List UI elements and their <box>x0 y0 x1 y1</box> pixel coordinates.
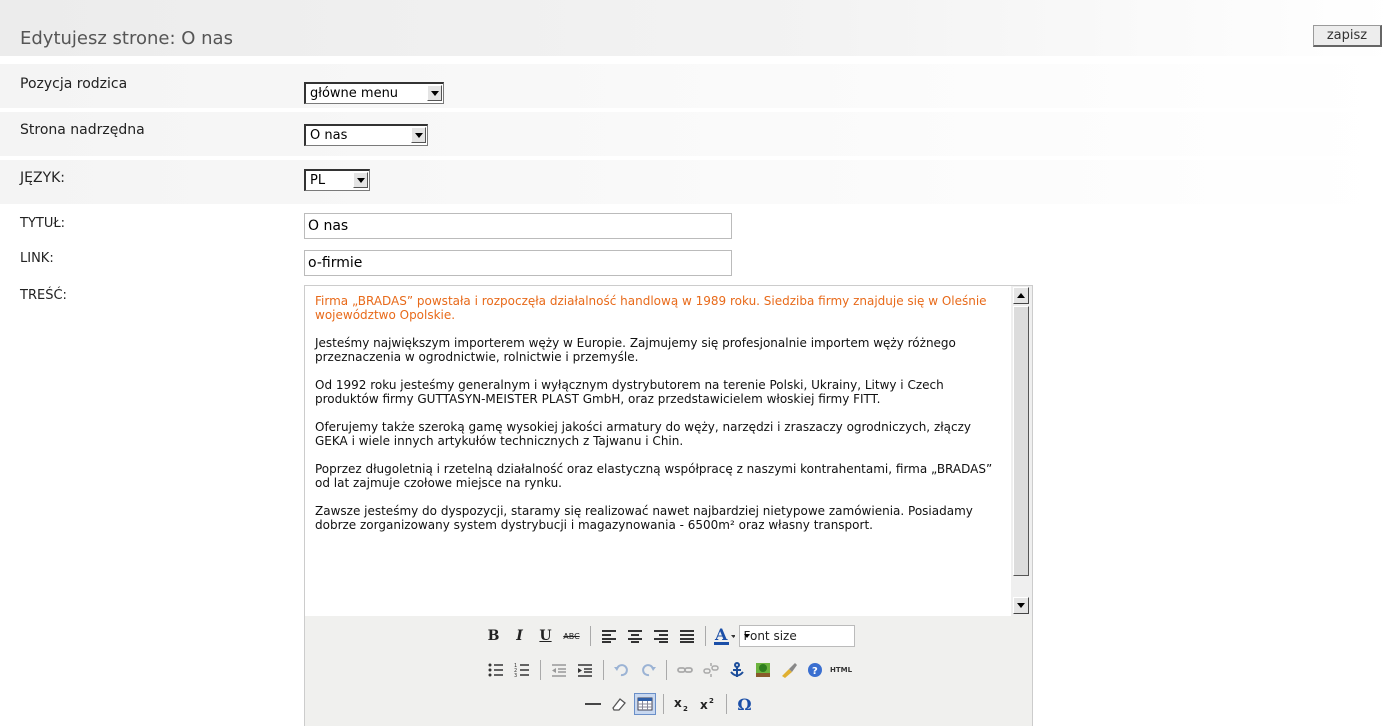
row-band-language <box>0 160 1395 204</box>
toolbar-separator <box>725 694 727 714</box>
font-size-select[interactable]: Font size <box>738 625 855 647</box>
chevron-down-icon[interactable] <box>353 172 368 188</box>
scroll-thumb[interactable] <box>1013 306 1029 576</box>
anchor-icon[interactable] <box>726 659 748 681</box>
content-label: TREŚĆ: <box>20 288 67 303</box>
page-title: Edytujesz strone: O nas <box>20 28 233 49</box>
toolbar-separator <box>704 626 706 646</box>
redo-icon[interactable] <box>637 659 659 681</box>
bullet-list-icon[interactable] <box>485 659 507 681</box>
header-bar: Edytujesz strone: O nas zapisz <box>0 0 1395 56</box>
svg-text:2: 2 <box>683 705 688 712</box>
toolbar-separator <box>540 660 541 680</box>
svg-text:x: x <box>674 696 682 710</box>
save-button[interactable]: zapisz <box>1313 25 1382 47</box>
undo-icon[interactable] <box>611 659 633 681</box>
toolbar-row-1: B I U ABC A Font size <box>305 622 1032 650</box>
italic-icon[interactable]: I <box>509 625 531 647</box>
link-label: LINK: <box>20 251 54 266</box>
underline-icon[interactable]: U <box>535 625 557 647</box>
chevron-down-icon[interactable] <box>411 127 426 143</box>
editor-paragraph: Jesteśmy największym importerem węży w E… <box>315 336 956 364</box>
title-input[interactable] <box>304 213 732 239</box>
parent-page-select[interactable]: O nas <box>304 124 428 146</box>
svg-text:x: x <box>700 698 708 712</box>
toolbar-separator <box>589 626 591 646</box>
numbered-list-icon[interactable]: 123 <box>511 659 533 681</box>
parent-position-select[interactable]: główne menu <box>304 82 444 104</box>
parent-position-label: Pozycja rodzica <box>20 76 128 92</box>
bold-icon[interactable]: B <box>483 625 505 647</box>
link-input[interactable] <box>304 250 732 276</box>
language-label: JĘZYK: <box>20 170 66 186</box>
parent-position-value: główne menu <box>310 86 399 101</box>
editor-scrollbar[interactable] <box>1011 286 1032 616</box>
outdent-icon[interactable] <box>548 659 570 681</box>
editor-paragraph: Oferujemy także szeroką gamę wysokiej ja… <box>315 420 971 448</box>
title-label: TYTUŁ: <box>20 216 66 231</box>
row-band-parent-position <box>0 64 1395 108</box>
unlink-icon[interactable] <box>700 659 722 681</box>
svg-text:3: 3 <box>514 673 517 677</box>
editor-paragraph: Zawsze jesteśmy do dyspozycji, staramy s… <box>315 504 973 532</box>
parent-page-value: O nas <box>310 128 348 143</box>
editor-content-area[interactable]: Firma „BRADAS” powstała i rozpoczęła dzi… <box>305 286 1011 616</box>
editor-paragraph: Firma „BRADAS” powstała i rozpoczęła dzi… <box>315 294 987 322</box>
toolbar-row-2: 123 ? HTML <box>305 656 1032 684</box>
toolbar-separator <box>603 660 604 680</box>
chevron-down-icon[interactable] <box>427 85 442 101</box>
special-char-icon[interactable]: Ω <box>734 693 756 715</box>
indent-icon[interactable] <box>574 659 596 681</box>
align-right-icon[interactable] <box>650 625 672 647</box>
toolbar-separator <box>666 660 667 680</box>
scroll-down-icon[interactable] <box>1013 597 1029 614</box>
horizontal-rule-icon[interactable] <box>582 693 604 715</box>
superscript-icon[interactable]: x2 <box>697 693 719 715</box>
cleanup-icon[interactable] <box>778 659 800 681</box>
help-icon[interactable]: ? <box>804 659 826 681</box>
svg-text:2: 2 <box>709 697 714 705</box>
language-value: PL <box>310 173 326 188</box>
rich-text-editor[interactable]: Firma „BRADAS” powstała i rozpoczęła dzi… <box>304 285 1033 726</box>
image-icon[interactable] <box>752 659 774 681</box>
strikethrough-icon[interactable]: ABC <box>561 625 583 647</box>
editor-paragraph: Od 1992 roku jesteśmy generalnym i wyłąc… <box>315 378 944 406</box>
align-center-icon[interactable] <box>624 625 646 647</box>
html-icon[interactable]: HTML <box>830 659 852 681</box>
editor-toolbar: B I U ABC A Font size 1 2 3 ? HTML x 2 x… <box>305 616 1032 726</box>
chevron-down-icon[interactable] <box>743 634 750 638</box>
align-justify-icon[interactable] <box>676 625 698 647</box>
link-icon[interactable] <box>674 659 696 681</box>
table-icon[interactable] <box>633 693 656 715</box>
language-select[interactable]: PL <box>304 169 370 191</box>
toolbar-separator <box>662 694 664 714</box>
row-band-parent-page <box>0 112 1395 156</box>
eraser-icon[interactable] <box>608 693 630 715</box>
parent-page-label: Strona nadrzędna <box>20 122 145 138</box>
align-left-icon[interactable] <box>598 625 620 647</box>
text-color-icon[interactable]: A <box>713 625 735 647</box>
editor-paragraph: Poprzez długoletnią i rzetelną działalno… <box>315 462 993 490</box>
svg-text:A: A <box>714 626 728 644</box>
font-size-label: Font size <box>743 629 797 643</box>
toolbar-row-3: x2 x2 Ω <box>305 690 1032 718</box>
svg-text:?: ? <box>812 666 818 677</box>
scroll-up-icon[interactable] <box>1013 287 1029 304</box>
subscript-icon[interactable]: x2 <box>671 693 693 715</box>
